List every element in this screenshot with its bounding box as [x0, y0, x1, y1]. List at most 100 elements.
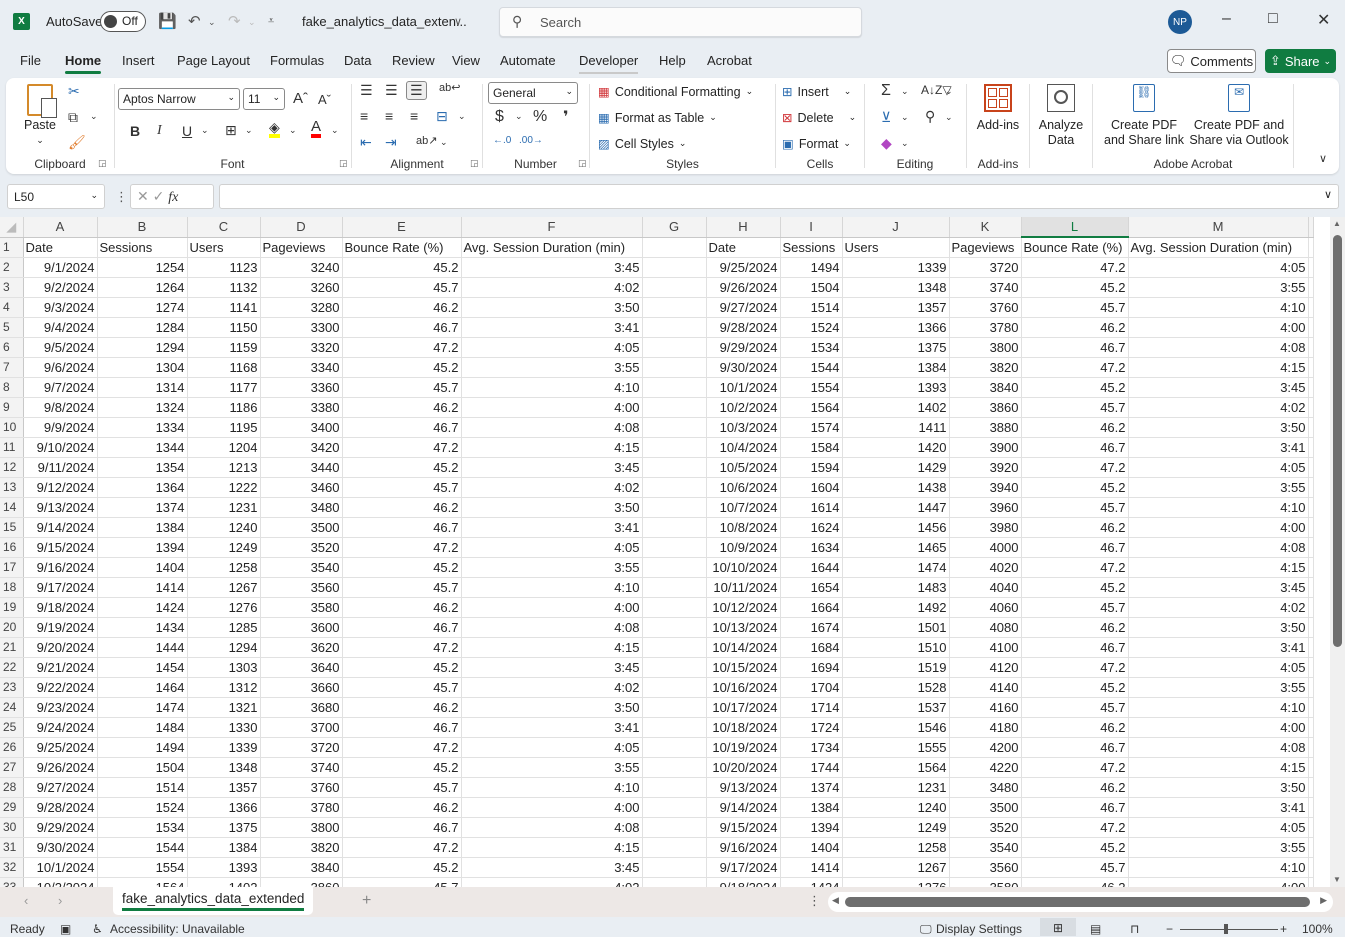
cell-d7[interactable]: 3340 — [260, 357, 343, 378]
cell-d31[interactable]: 3820 — [260, 837, 343, 858]
cell-f30[interactable]: 4:08 — [461, 817, 643, 838]
cell-i6[interactable]: 1534 — [780, 337, 843, 358]
cell-f1[interactable]: Avg. Session Duration (min) — [461, 237, 643, 258]
cell-blank[interactable] — [1308, 517, 1314, 538]
cell-a23[interactable]: 9/22/2024 — [23, 677, 98, 698]
cell-l12[interactable]: 47.2 — [1021, 457, 1129, 478]
cell-b30[interactable]: 1534 — [97, 817, 188, 838]
cell-k22[interactable]: 4120 — [949, 657, 1022, 678]
cell-j18[interactable]: 1483 — [842, 577, 950, 598]
align-middle-icon[interactable]: ☰ — [385, 82, 398, 99]
cell-g32[interactable] — [642, 857, 707, 878]
cell-b18[interactable]: 1414 — [97, 577, 188, 598]
cell-c30[interactable]: 1375 — [187, 817, 261, 838]
cell-i10[interactable]: 1574 — [780, 417, 843, 438]
cell-i8[interactable]: 1554 — [780, 377, 843, 398]
clear-icon[interactable]: ◆ — [881, 135, 892, 152]
display-settings-button[interactable]: Display Settings — [936, 922, 1022, 936]
spreadsheet-grid[interactable]: ◢ A B C D E F G H I J K L M 1 Date Sessions Users Pagevie… — [0, 217, 1330, 887]
format-painter-icon[interactable]: 🖌 — [68, 134, 86, 151]
cell-f12[interactable]: 3:45 — [461, 457, 643, 478]
cell-k8[interactable]: 3840 — [949, 377, 1022, 398]
cell-i25[interactable]: 1724 — [780, 717, 843, 738]
cell-i15[interactable]: 1624 — [780, 517, 843, 538]
cell-m18[interactable]: 3:45 — [1128, 577, 1309, 598]
cell-k28[interactable]: 3480 — [949, 777, 1022, 798]
cell-g2[interactable] — [642, 257, 707, 278]
cell-j10[interactable]: 1411 — [842, 417, 950, 438]
cell-blank[interactable] — [1308, 397, 1314, 418]
add-sheet-button[interactable]: + — [362, 892, 371, 910]
cell-j29[interactable]: 1240 — [842, 797, 950, 818]
cell-f17[interactable]: 3:55 — [461, 557, 643, 578]
cell-i33[interactable]: 1424 — [780, 877, 843, 887]
cell-g8[interactable] — [642, 377, 707, 398]
cell-c9[interactable]: 1186 — [187, 397, 261, 418]
scroll-up-icon[interactable]: ▲ — [1333, 219, 1341, 228]
cell-j28[interactable]: 1231 — [842, 777, 950, 798]
cell-d16[interactable]: 3520 — [260, 537, 343, 558]
cell-i22[interactable]: 1694 — [780, 657, 843, 678]
cell-g11[interactable] — [642, 437, 707, 458]
normal-view-icon[interactable]: ⊞ — [1040, 918, 1076, 936]
cell-a21[interactable]: 9/20/2024 — [23, 637, 98, 658]
cell-j21[interactable]: 1510 — [842, 637, 950, 658]
cell-b4[interactable]: 1274 — [97, 297, 188, 318]
cell-h26[interactable]: 10/19/2024 — [706, 737, 781, 758]
cell-h9[interactable]: 10/2/2024 — [706, 397, 781, 418]
row-header[interactable]: 12 — [0, 457, 24, 478]
cell-l19[interactable]: 45.7 — [1021, 597, 1129, 618]
cell-e26[interactable]: 47.2 — [342, 737, 462, 758]
cell-g33[interactable] — [642, 877, 707, 887]
cell-h18[interactable]: 10/11/2024 — [706, 577, 781, 598]
row-header[interactable]: 3 — [0, 277, 24, 298]
cell-i9[interactable]: 1564 — [780, 397, 843, 418]
cell-j16[interactable]: 1465 — [842, 537, 950, 558]
cell-blank[interactable] — [1308, 597, 1314, 618]
bold-button[interactable]: B — [130, 123, 140, 139]
cell-c12[interactable]: 1213 — [187, 457, 261, 478]
row-header[interactable]: 31 — [0, 837, 24, 858]
cell-l15[interactable]: 46.2 — [1021, 517, 1129, 538]
cell-e13[interactable]: 45.7 — [342, 477, 462, 498]
row-header[interactable]: 2 — [0, 257, 24, 278]
cell-e2[interactable]: 45.2 — [342, 257, 462, 278]
cell-i1[interactable]: Sessions — [780, 237, 843, 258]
cell-m24[interactable]: 4:10 — [1128, 697, 1309, 718]
cell-c2[interactable]: 1123 — [187, 257, 261, 278]
cell-c24[interactable]: 1321 — [187, 697, 261, 718]
row-header[interactable]: 22 — [0, 657, 24, 678]
cell-e16[interactable]: 47.2 — [342, 537, 462, 558]
cell-blank[interactable] — [1308, 477, 1314, 498]
delete-cells-button[interactable]: ⊠ Delete ⌄ — [782, 110, 856, 126]
cell-blank[interactable] — [1308, 417, 1314, 438]
cell-d33[interactable]: 3860 — [260, 877, 343, 887]
cell-l30[interactable]: 47.2 — [1021, 817, 1129, 838]
cell-m19[interactable]: 4:02 — [1128, 597, 1309, 618]
cell-b15[interactable]: 1384 — [97, 517, 188, 538]
cell-k2[interactable]: 3720 — [949, 257, 1022, 278]
cell-blank[interactable] — [1308, 237, 1314, 258]
cell-i29[interactable]: 1384 — [780, 797, 843, 818]
addins-button[interactable]: Add-ins — [973, 84, 1023, 133]
cell-a7[interactable]: 9/6/2024 — [23, 357, 98, 378]
cell-c19[interactable]: 1276 — [187, 597, 261, 618]
autosave-toggle[interactable]: Off — [100, 11, 146, 32]
customize-toolbar-icon[interactable]: ⩡ — [268, 15, 274, 28]
cell-i17[interactable]: 1644 — [780, 557, 843, 578]
autosum-dropdown-icon[interactable]: ⌄ — [901, 86, 909, 97]
cell-g4[interactable] — [642, 297, 707, 318]
cell-l22[interactable]: 47.2 — [1021, 657, 1129, 678]
cell-h22[interactable]: 10/15/2024 — [706, 657, 781, 678]
cell-g5[interactable] — [642, 317, 707, 338]
cell-c32[interactable]: 1393 — [187, 857, 261, 878]
cell-f6[interactable]: 4:05 — [461, 337, 643, 358]
cell-k15[interactable]: 3980 — [949, 517, 1022, 538]
cell-f32[interactable]: 3:45 — [461, 857, 643, 878]
cell-f27[interactable]: 3:55 — [461, 757, 643, 778]
cell-b24[interactable]: 1474 — [97, 697, 188, 718]
next-sheet-icon[interactable]: › — [58, 893, 62, 908]
cell-b31[interactable]: 1544 — [97, 837, 188, 858]
copy-icon[interactable]: ⧉ — [68, 109, 78, 126]
column-header-d[interactable]: D — [260, 217, 343, 238]
